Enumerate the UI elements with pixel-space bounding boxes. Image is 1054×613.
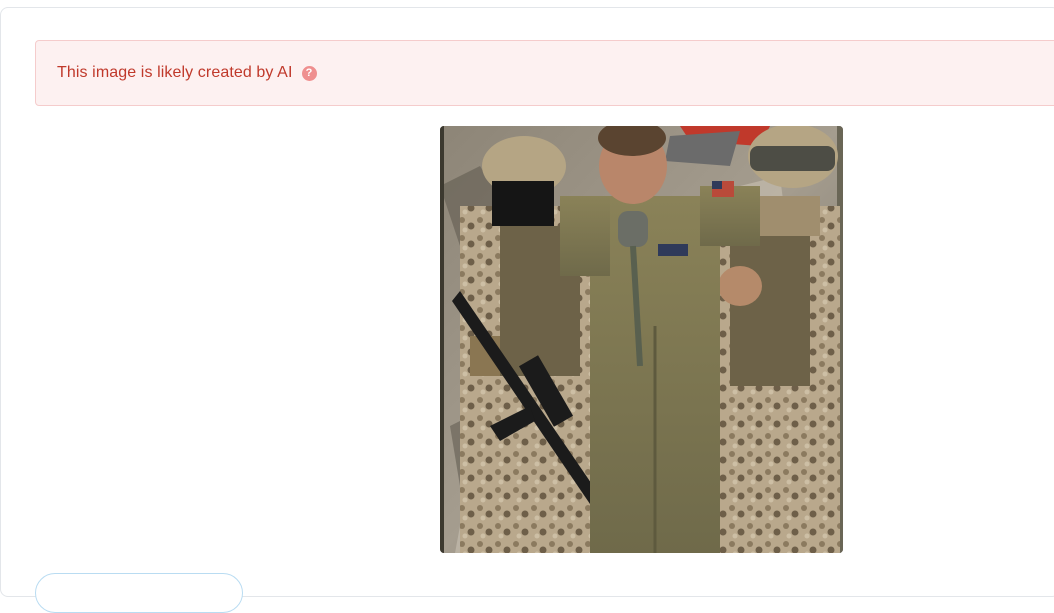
ai-detection-alert: This image is likely created by AI ?	[35, 40, 1054, 106]
analyzed-photo	[440, 126, 843, 553]
alert-message: This image is likely created by AI	[57, 64, 293, 81]
photo-illustration	[440, 126, 843, 553]
action-button[interactable]	[35, 573, 243, 613]
question-circle-icon[interactable]: ?	[301, 65, 317, 81]
